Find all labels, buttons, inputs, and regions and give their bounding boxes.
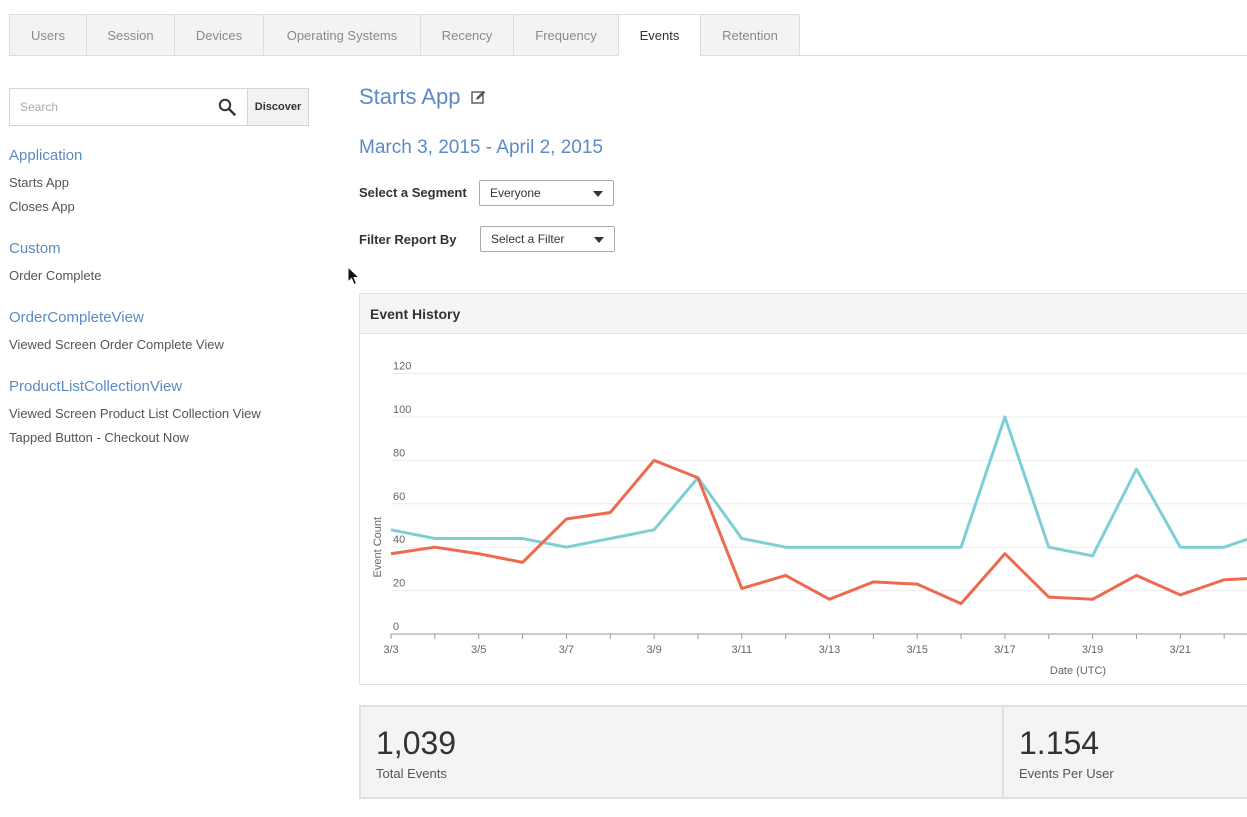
x-tick-label: 3/5 <box>471 644 486 656</box>
series-line-1 <box>390 458 1247 606</box>
x-tick-label: 3/21 <box>1170 644 1191 656</box>
tab-frequency[interactable]: Frequency <box>513 14 618 56</box>
x-tick-label: 3/11 <box>732 644 753 656</box>
tab-session[interactable]: Session <box>86 14 174 56</box>
y-axis-title: Event Count <box>372 517 384 578</box>
event-item[interactable]: Starts App <box>9 175 69 190</box>
event-history-panel: Event History 0 20 40 60 80 100 120 3/3 3/5 3/7 3/… <box>359 293 1247 685</box>
event-search: Discover <box>9 88 309 126</box>
y-tick-label: 40 <box>393 534 405 546</box>
stat-events-per-user: 1.154 Events Per User <box>1002 707 1247 797</box>
tab-operating-systems[interactable]: Operating Systems <box>263 14 420 56</box>
discover-button[interactable]: Discover <box>247 89 308 125</box>
tab-users[interactable]: Users <box>9 14 86 56</box>
stat-label: Total Events <box>376 766 447 781</box>
segment-select[interactable]: Everyone <box>479 180 614 206</box>
x-tick-label: 3/17 <box>994 644 1015 656</box>
x-tick-label: 3/7 <box>559 644 574 656</box>
x-tick-label: 3/19 <box>1082 644 1103 656</box>
stat-total-events: 1,039 Total Events <box>361 707 1002 797</box>
y-tick-label: 60 <box>393 491 405 503</box>
filter-select[interactable]: Select a Filter <box>480 226 615 252</box>
x-axis-title: Date (UTC) <box>1050 665 1106 677</box>
mouse-cursor-icon <box>347 266 361 286</box>
x-tick-label: 3/3 <box>383 644 398 656</box>
y-tick-label: 100 <box>393 404 411 416</box>
event-item[interactable]: Viewed Screen Order Complete View <box>9 337 224 352</box>
y-tick-label: 80 <box>393 447 405 459</box>
stat-value: 1.154 <box>1019 725 1100 761</box>
report-tabs: Users Session Devices Operating Systems … <box>9 14 800 56</box>
event-item[interactable]: Order Complete <box>9 268 101 283</box>
y-tick-label: 120 <box>393 361 411 373</box>
search-input[interactable] <box>10 89 207 125</box>
group-title-application[interactable]: Application <box>9 147 82 164</box>
event-item[interactable]: Viewed Screen Product List Collection Vi… <box>9 406 261 421</box>
date-range[interactable]: March 3, 2015 - April 2, 2015 <box>359 137 603 159</box>
page-title-text: Starts App <box>359 84 461 109</box>
group-title-productlistcollectionview[interactable]: ProductListCollectionView <box>9 378 182 395</box>
stat-value: 1,039 <box>376 725 457 761</box>
filter-select-value: Select a Filter <box>491 232 565 246</box>
series-line-0 <box>390 415 1247 558</box>
y-tick-label: 0 <box>393 621 399 633</box>
tab-recency[interactable]: Recency <box>420 14 513 56</box>
x-tick-label: 3/15 <box>906 644 927 656</box>
tab-retention[interactable]: Retention <box>700 14 800 56</box>
search-icon[interactable] <box>207 89 247 125</box>
tab-devices[interactable]: Devices <box>174 14 263 56</box>
event-history-chart: 0 20 40 60 80 100 120 3/3 3/5 3/7 3/9 3/11 3/13 3/15 3… <box>372 361 1247 677</box>
filter-label: Filter Report By <box>359 232 457 247</box>
event-item[interactable]: Closes App <box>9 199 75 214</box>
y-tick-label: 20 <box>393 578 405 590</box>
event-item[interactable]: Tapped Button - Checkout Now <box>9 430 189 445</box>
x-tick-label: 3/9 <box>646 644 661 656</box>
chevron-down-icon <box>593 191 603 197</box>
page-title: Starts App <box>359 84 486 110</box>
tab-events[interactable]: Events <box>618 14 700 56</box>
x-tick-label: 3/13 <box>819 644 840 656</box>
group-title-custom[interactable]: Custom <box>9 240 61 257</box>
stats-row: 1,039 Total Events 1.154 Events Per User <box>359 705 1247 799</box>
segment-label: Select a Segment <box>359 185 467 200</box>
segment-select-value: Everyone <box>490 186 541 200</box>
stat-label: Events Per User <box>1019 766 1114 781</box>
group-title-ordercompleteview[interactable]: OrderCompleteView <box>9 309 144 326</box>
edit-icon[interactable] <box>470 90 486 105</box>
chevron-down-icon <box>594 237 604 243</box>
